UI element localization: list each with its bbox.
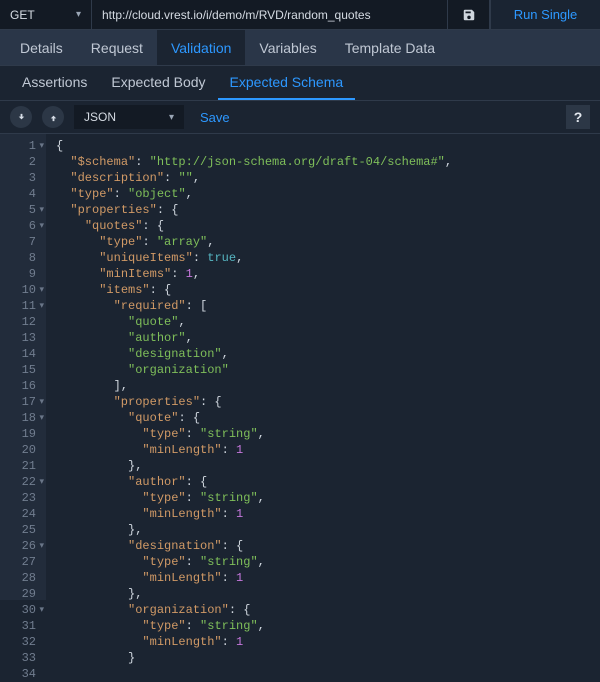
code-editor[interactable]: 1234567891011121314151617181920212223242… — [0, 134, 600, 600]
format-select[interactable]: JSON ▾ — [74, 105, 184, 129]
subtab-expected-schema[interactable]: Expected Schema — [218, 66, 356, 100]
http-method-value: GET — [10, 8, 35, 22]
subtab-assertions[interactable]: Assertions — [10, 66, 99, 100]
primary-tabs: DetailsRequestValidationVariablesTemplat… — [0, 30, 600, 66]
upload-button[interactable] — [42, 106, 64, 128]
chevron-down-icon: ▾ — [76, 9, 81, 20]
secondary-tabs: AssertionsExpected BodyExpected Schema — [0, 66, 600, 100]
arrow-down-icon — [16, 112, 27, 123]
run-single-label: Run Single — [514, 7, 578, 22]
subtab-expected-body[interactable]: Expected Body — [99, 66, 217, 100]
editor-code: { "$schema": "http://json-schema.org/dra… — [46, 134, 452, 600]
http-method-select[interactable]: GET ▾ — [0, 0, 92, 29]
save-link[interactable]: Save — [200, 110, 230, 125]
chevron-down-icon: ▾ — [169, 112, 174, 123]
run-single-button[interactable]: Run Single — [490, 0, 600, 29]
schema-toolbar: JSON ▾ Save ? — [0, 100, 600, 134]
request-top-bar: GET ▾ Run Single — [0, 0, 600, 30]
url-input[interactable] — [92, 0, 448, 29]
save-icon — [462, 8, 476, 22]
tab-validation[interactable]: Validation — [157, 30, 245, 65]
tab-template-data[interactable]: Template Data — [331, 30, 449, 65]
arrow-up-icon — [48, 112, 59, 123]
format-value: JSON — [84, 110, 116, 124]
editor-gutter: 1234567891011121314151617181920212223242… — [0, 134, 46, 600]
download-button[interactable] — [10, 106, 32, 128]
tab-details[interactable]: Details — [6, 30, 77, 65]
help-button[interactable]: ? — [566, 105, 590, 129]
tab-request[interactable]: Request — [77, 30, 157, 65]
save-button[interactable] — [448, 0, 490, 29]
tab-variables[interactable]: Variables — [245, 30, 330, 65]
